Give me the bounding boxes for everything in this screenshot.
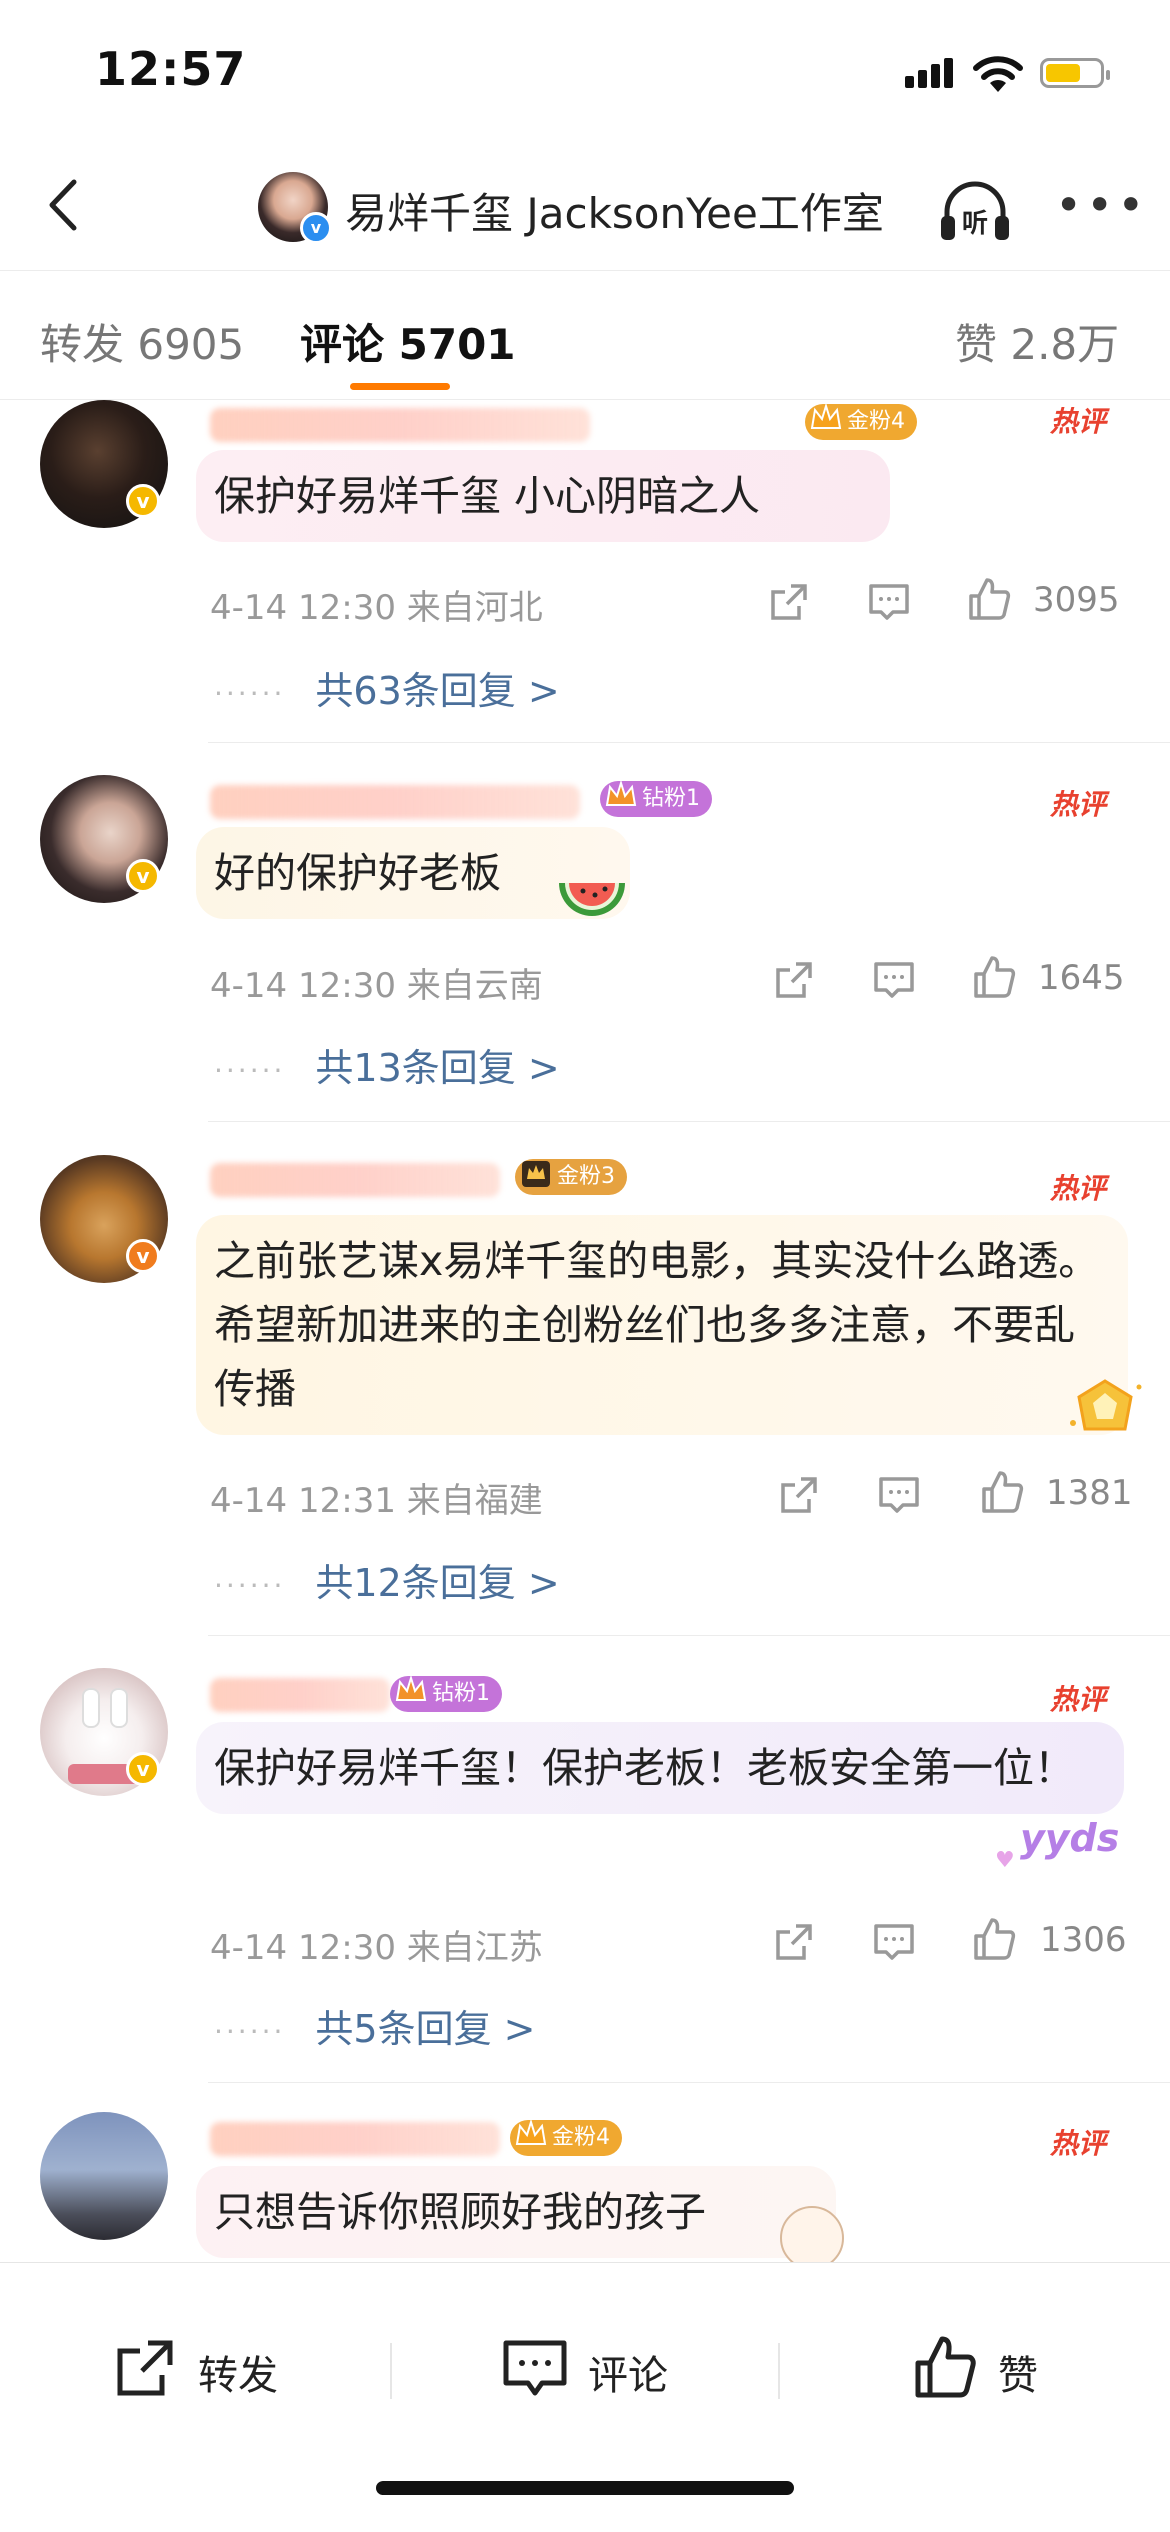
- nav-bar: v 易烊千玺 JacksonYee工作室 听 •••: [0, 150, 1170, 270]
- cellular-signal-icon: [905, 58, 957, 88]
- fan-level-badge: 钻粉1: [390, 1674, 502, 1712]
- fan-badge-label: 钻粉1: [432, 1681, 490, 1706]
- share-icon[interactable]: [770, 1918, 818, 1966]
- like-count: 1381: [1046, 1473, 1133, 1513]
- tab-likes[interactable]: 赞 2.8万: [955, 311, 1119, 372]
- fan-level-badge: 钻粉1: [600, 779, 712, 817]
- comment-time-location: 4-14 12:31 来自福建: [210, 1481, 543, 1521]
- divider: [390, 2343, 392, 2399]
- crown-icon: [810, 402, 842, 429]
- active-tab-indicator: [350, 383, 450, 390]
- hot-comment-tag: 热评: [1050, 1683, 1107, 1716]
- comment-text: 保护好易烊千玺！保护老板！老板安全第一位！: [196, 1722, 1124, 1814]
- account-avatar[interactable]: v: [258, 172, 332, 244]
- comment-time-location: 4-14 12:30 来自江苏: [210, 1928, 543, 1968]
- commenter-avatar[interactable]: [40, 2112, 168, 2240]
- comment-label: 评论: [588, 2353, 668, 2399]
- tab-bar: 转发 6905 评论 5701 赞 2.8万: [0, 270, 1170, 400]
- comment-text: 之前张艺谋x易烊千玺的电影，其实没什么路透。希望新加进来的主创粉丝们也多多注意，…: [196, 1215, 1128, 1435]
- verified-badge-icon: v: [300, 212, 332, 244]
- fan-level-badge: 金粉3: [515, 1159, 627, 1195]
- view-replies-link[interactable]: ······ 共12条回复 >: [214, 1552, 560, 1607]
- watermelon-emoji-icon: [559, 883, 625, 916]
- like-label: 赞: [998, 2353, 1038, 2399]
- hot-comment-tag: 热评: [1050, 2127, 1107, 2160]
- hot-comment-tag: 热评: [1050, 788, 1107, 821]
- fan-badge-label: 金粉4: [847, 409, 905, 434]
- tab-reposts[interactable]: 转发 6905: [40, 311, 244, 372]
- verified-badge-icon: v: [126, 1752, 160, 1786]
- fan-badge-label: 金粉4: [552, 2125, 610, 2150]
- comment-time-location: 4-14 12:30 来自云南: [210, 966, 543, 1006]
- comment-icon: [503, 2340, 567, 2396]
- repost-icon: [117, 2340, 173, 2396]
- divider: [208, 2082, 1170, 2083]
- commenter-name-blurred[interactable]: [210, 785, 580, 819]
- comment-text: 只想告诉你照顾好我的孩子: [196, 2166, 836, 2258]
- share-icon[interactable]: [775, 1471, 823, 1519]
- commenter-name-blurred[interactable]: [210, 1163, 500, 1197]
- verified-badge-icon: v: [126, 1239, 160, 1273]
- crown-icon: [395, 1674, 427, 1701]
- commenter-name-blurred[interactable]: [210, 408, 590, 442]
- thumbs-up-icon[interactable]: [965, 576, 1013, 624]
- view-replies-link[interactable]: ······ 共5条回复 >: [214, 1998, 536, 2053]
- comment-text: 保护好易烊千玺 小心阴暗之人: [196, 450, 890, 542]
- thumbs-up-icon[interactable]: [970, 1916, 1018, 1964]
- status-bar: 12:57: [0, 0, 1170, 150]
- fan-badge-label: 钻粉1: [642, 786, 700, 811]
- like-count: 1645: [1038, 958, 1125, 998]
- comment-icon[interactable]: [870, 956, 918, 1004]
- tab-comments[interactable]: 评论 5701: [300, 311, 516, 372]
- share-icon[interactable]: [770, 956, 818, 1004]
- divider: [778, 2343, 780, 2399]
- thumbs-up-icon[interactable]: [978, 1469, 1026, 1517]
- sparkle-badge-decoration-icon: [1070, 1379, 1142, 1431]
- divider: [208, 1121, 1170, 1122]
- commenter-name-blurred[interactable]: [210, 1678, 390, 1712]
- battery-icon: [1040, 58, 1110, 88]
- like-button[interactable]: 赞: [910, 2333, 1070, 2403]
- commenter-name-blurred[interactable]: [210, 2122, 500, 2156]
- share-icon[interactable]: [765, 578, 813, 626]
- comment-button[interactable]: 评论: [500, 2333, 700, 2403]
- repost-button[interactable]: 转发: [110, 2333, 310, 2403]
- verified-badge-icon: v: [126, 484, 160, 518]
- bottom-action-bar: 转发 评论 赞: [0, 2262, 1170, 2532]
- like-count: 3095: [1033, 580, 1120, 620]
- headphone-listen-icon[interactable]: 听: [935, 172, 1015, 252]
- crown-icon: [515, 2118, 547, 2145]
- home-indicator: [376, 2481, 794, 2495]
- divider: [208, 742, 1170, 743]
- thumbs-up-icon: [915, 2336, 976, 2398]
- listen-label: 听: [962, 209, 988, 239]
- thumbs-up-icon[interactable]: [970, 954, 1018, 1002]
- more-options-icon[interactable]: •••: [1055, 182, 1148, 228]
- divider: [208, 1635, 1170, 1636]
- fan-level-badge: 金粉4: [805, 402, 917, 440]
- comment-time-location: 4-14 12:30 来自河北: [210, 588, 543, 628]
- view-replies-link[interactable]: ······ 共63条回复 >: [214, 660, 560, 715]
- heart-decoration-icon: ♥: [995, 1848, 1015, 1873]
- comment-icon[interactable]: [865, 578, 913, 626]
- repost-label: 转发: [198, 2353, 278, 2399]
- yyds-sticker: yyds: [1020, 1816, 1120, 1860]
- like-count: 1306: [1040, 1920, 1127, 1960]
- back-chevron-icon[interactable]: [30, 170, 100, 240]
- status-time: 12:57: [95, 42, 247, 96]
- hot-comment-tag: 热评: [1050, 405, 1107, 438]
- verified-badge-icon: v: [126, 859, 160, 893]
- fan-badge-label: 金粉3: [557, 1164, 615, 1189]
- sticker-decoration-icon: [780, 2206, 844, 2270]
- hot-comment-tag: 热评: [1050, 1172, 1107, 1205]
- view-replies-link[interactable]: ······ 共13条回复 >: [214, 1037, 560, 1092]
- comment-icon[interactable]: [875, 1471, 923, 1519]
- fan-level-badge: 金粉4: [510, 2118, 622, 2156]
- comment-icon[interactable]: [870, 1918, 918, 1966]
- crown-icon: [605, 779, 637, 806]
- wifi-icon: [973, 56, 1023, 92]
- page-title[interactable]: 易烊千玺 JacksonYee工作室: [345, 180, 884, 241]
- crown-icon: [522, 1161, 550, 1187]
